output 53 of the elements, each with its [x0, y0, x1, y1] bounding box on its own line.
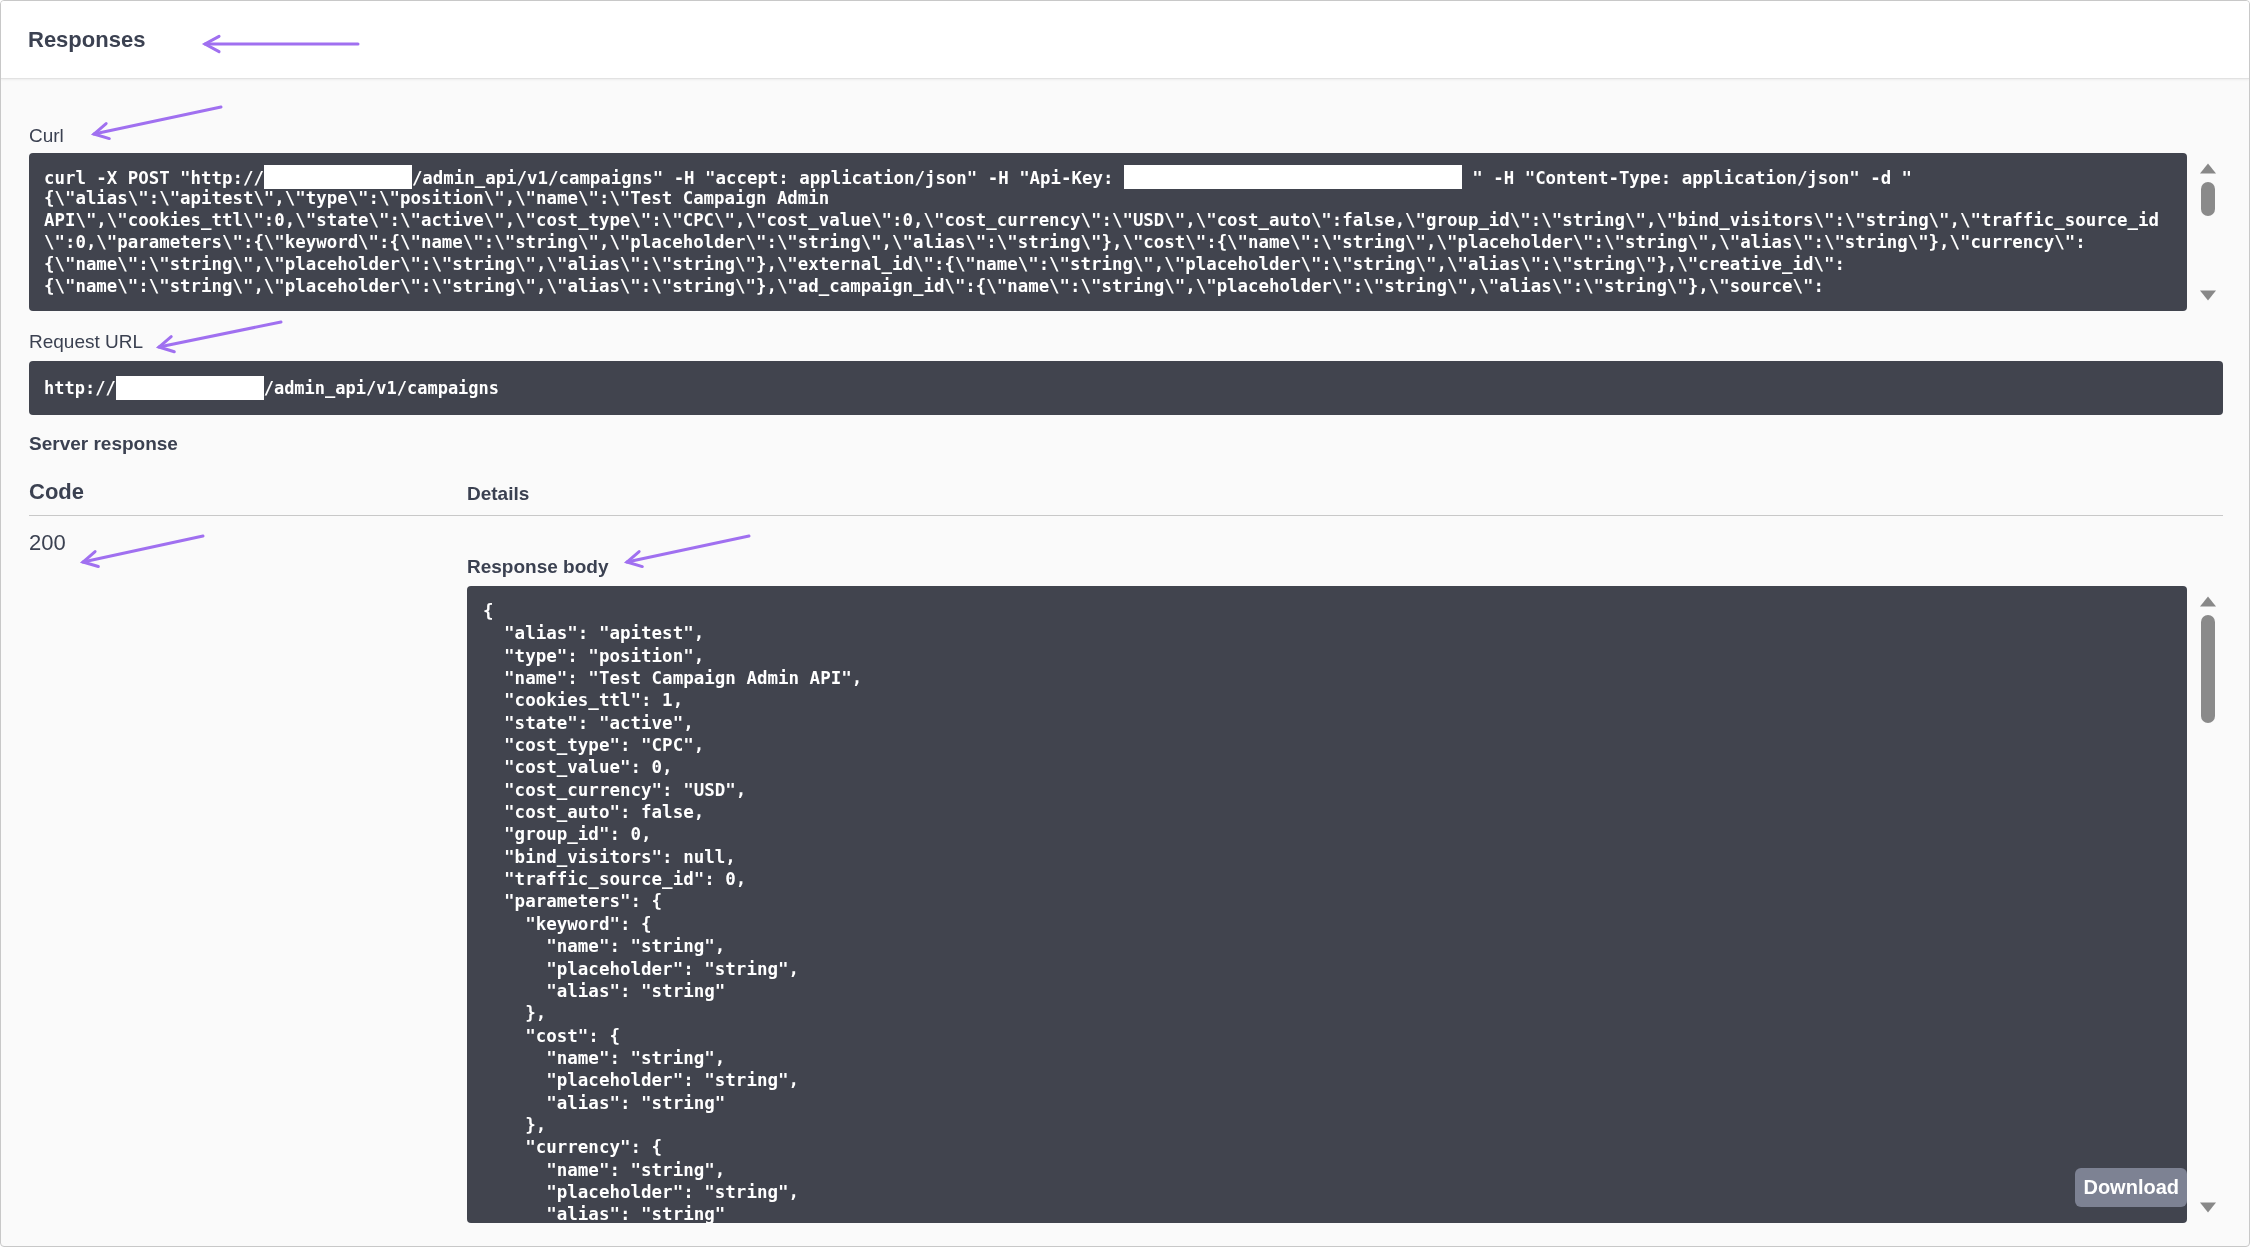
response-json-line: "traffic_source_id": 0,	[503, 868, 747, 891]
response-json-line: "name": "string",	[545, 935, 726, 958]
response-json-line: "keyword": {	[524, 912, 652, 936]
response-json-line: "name": "Test Campaign Admin API",	[503, 667, 863, 690]
response-json-line: "name": "string",	[545, 1046, 726, 1070]
curl-command-text: {\"name\":\"string\",\"placeholder\":\"string\",\"alias\":\"string\"},\"ad_campaign_id\":{\"name\":\"string\",\"placeholder\":\"string\",\"alias\":\"string\"},\"source\":	[44, 276, 1824, 296]
scrollbar-thumb[interactable]	[2201, 182, 2215, 216]
response-json-line: "cost_type": "CPC",	[503, 734, 705, 757]
response-json-line: "name": "string",	[545, 1158, 726, 1181]
url-text: /admin_api/v1/campaigns	[263, 378, 500, 398]
scroll-up-icon[interactable]	[2198, 161, 2218, 174]
response-json-line: "currency": {	[524, 1136, 663, 1159]
response-json-line: "cost_auto": false,	[503, 801, 705, 824]
response-json-line: "cost_currency": "USD",	[503, 778, 747, 802]
response-json-line: "placeholder": "string",	[545, 1180, 800, 1204]
response-json-line: "cost": {	[524, 1024, 620, 1047]
curl-label: Curl	[29, 125, 64, 147]
response-json-line: "alias": "apitest",	[503, 622, 705, 645]
scroll-down-icon[interactable]	[2198, 290, 2218, 303]
response-json-line: "parameters": {	[503, 890, 663, 913]
request-url-label: Request URL	[29, 331, 144, 353]
response-body-label: Response body	[467, 556, 609, 578]
curl-command-text: " -H "Content-Type: application/json" -d "	[1471, 168, 1913, 188]
curl-command-text: /admin_api/v1/campaigns" -H "accept: application/json" -H "Api-Key:	[411, 168, 1115, 188]
column-header: Details	[467, 483, 531, 505]
download-button[interactable]: Download	[2075, 1168, 2187, 1207]
response-json-line: "alias": "string"	[545, 1091, 726, 1114]
scroll-up-icon[interactable]	[2198, 594, 2218, 607]
response-json-line: "cookies_ttl": 1,	[503, 689, 684, 712]
curl-command-text: \":0,\"parameters\":{\"keyword\":{\"name\":\"string\",\"placeholder\":\"string\",\"alias\":\"string\"},\"cost\":{\"name\":\"string\",\"placeholder\":\"string\",\"alias\":\"string\"},\"currency\":	[44, 232, 2086, 252]
curl-command-text: {\"alias\":\"apitest\",\"type\":\"position\",\"name\":\"Test Campaign Admin	[44, 188, 830, 208]
response-json-line: "state": "active",	[503, 711, 694, 735]
response-json-line: "type": "position",	[503, 644, 705, 668]
curl-command-text: API\",\"cookies_ttl\":0,\"state\":\"active\",\"cost_type\":\"CPC\",\"cost_value\":0,\"cost_currency\":\"USD\",\"cost_auto\":false,\"group_id\":\"string\",\"bind_visitors\":\"string\",\"traffic_source_id	[44, 210, 2159, 230]
response-json-line: "placeholder": "string",	[545, 1069, 800, 1092]
response-json-line: "group_id": 0,	[503, 823, 652, 846]
scroll-down-icon[interactable]	[2198, 1202, 2218, 1215]
response-json-line: {	[483, 600, 494, 623]
response-json-line: "alias": "string"	[545, 1203, 726, 1223]
server-response-label: Server response	[29, 433, 178, 455]
column-header: Code	[29, 479, 85, 505]
section-title: Responses	[28, 26, 146, 53]
curl-command-text: curl -X POST "http://	[44, 168, 264, 188]
response-json-line: "cost_value": 0,	[503, 756, 673, 779]
url-text: http://	[44, 378, 116, 398]
response-json-line: },	[524, 1113, 547, 1137]
response-json-line: },	[524, 1002, 547, 1025]
response-json-line: "bind_visitors": null,	[503, 845, 736, 869]
response-json-line: "placeholder": "string",	[545, 957, 800, 980]
scrollbar-thumb[interactable]	[2201, 615, 2215, 723]
response-json-line: "alias": "string"	[545, 979, 726, 1003]
curl-command-text: {\"name\":\"string\",\"placeholder\":\"string\",\"alias\":\"string\"},\"external_id\":{\"name\":\"string\",\"placeholder\":\"string\",\"alias\":\"string\"},\"creative_id\":	[44, 254, 1845, 274]
status-code: 200	[29, 530, 66, 555]
